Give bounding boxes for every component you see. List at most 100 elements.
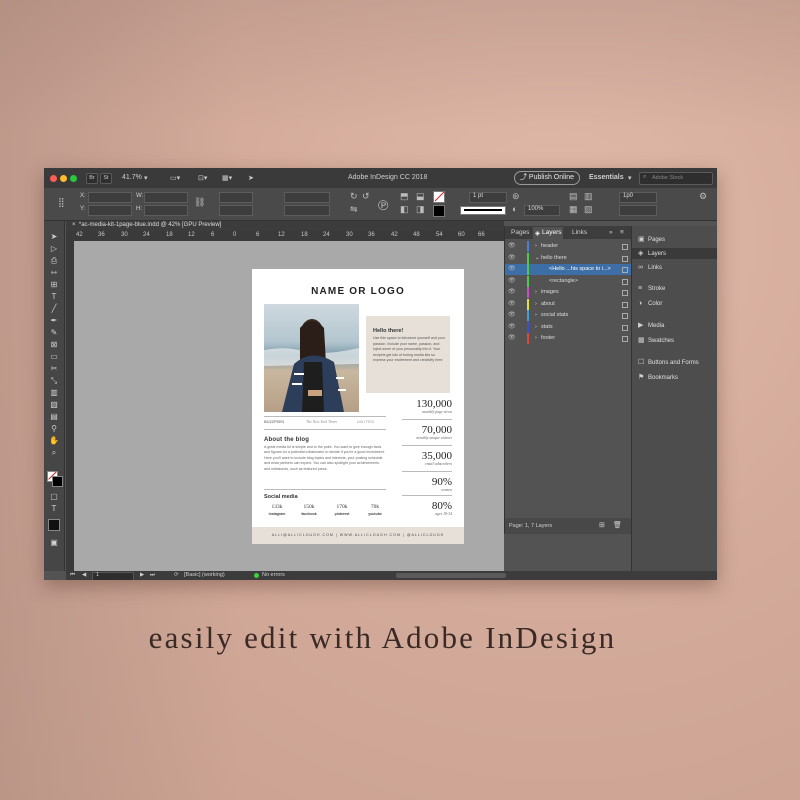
line-tool-icon[interactable]: ╱ bbox=[47, 303, 61, 314]
x-field[interactable] bbox=[88, 192, 132, 203]
delete-layer-icon[interactable]: 🗑 bbox=[613, 521, 622, 529]
zoom-level[interactable]: 41.7% bbox=[122, 174, 142, 181]
visibility-eye-icon[interactable]: 👁 bbox=[508, 242, 516, 249]
expand-toggle-icon[interactable]: ⌄ bbox=[535, 255, 540, 261]
layer-select-square[interactable] bbox=[622, 290, 628, 296]
opacity-icon[interactable]: ◐ bbox=[512, 204, 517, 214]
intro-text-frame[interactable]: Hello there! Use this space to introduce… bbox=[366, 316, 450, 393]
fx-icon[interactable]: ⊛ bbox=[512, 191, 520, 202]
style-state[interactable]: [Basic] (working) bbox=[184, 572, 225, 578]
expand-toggle-icon[interactable]: › bbox=[535, 243, 537, 249]
expand-toggle-icon[interactable]: › bbox=[535, 335, 537, 341]
document-tab[interactable]: × *ac-media-kit-1page-blue.indd @ 42% [G… bbox=[72, 222, 221, 228]
gradient-swatch-tool-icon[interactable]: ▥ bbox=[47, 387, 61, 398]
align-icon[interactable]: ▤ bbox=[569, 191, 578, 202]
bridge-icon[interactable]: Br bbox=[86, 173, 98, 184]
tab-layers[interactable]: Layers bbox=[542, 229, 562, 236]
arrange-documents-icon[interactable]: ▦▾ bbox=[222, 174, 232, 182]
workspace-chevron-icon[interactable]: ▾ bbox=[628, 174, 632, 182]
layer-row[interactable]: 👁 <rectangle> bbox=[505, 275, 631, 287]
layer-select-square[interactable] bbox=[622, 267, 628, 273]
layer-select-square[interactable] bbox=[622, 278, 628, 285]
stock-icon[interactable]: St bbox=[100, 173, 112, 184]
pen-tool-icon[interactable]: ✒ bbox=[47, 315, 61, 326]
last-page-icon[interactable]: ⏭ bbox=[150, 572, 155, 579]
layer-select-square[interactable] bbox=[622, 336, 628, 342]
screen-mode-normal-icon[interactable] bbox=[48, 519, 60, 531]
tab-links[interactable]: Links bbox=[572, 229, 587, 236]
layer-select-square[interactable] bbox=[622, 324, 628, 331]
p-icon[interactable]: ℗ bbox=[378, 197, 388, 213]
dock-color[interactable]: ◑ Color bbox=[638, 300, 662, 307]
note-tool-icon[interactable]: ▤ bbox=[47, 411, 61, 422]
first-page-icon[interactable]: ⏮ bbox=[70, 572, 75, 579]
opacity-field[interactable]: 100% bbox=[524, 205, 560, 216]
visibility-eye-icon[interactable]: 👁 bbox=[508, 277, 516, 284]
grid-icon[interactable]: ▧ bbox=[584, 204, 593, 215]
next-page-icon[interactable]: ▶ bbox=[140, 572, 144, 578]
shear-field[interactable] bbox=[284, 205, 330, 216]
chevron-down-icon[interactable]: ▾ bbox=[144, 174, 148, 182]
layer-row[interactable]: 👁 › footer bbox=[505, 333, 631, 344]
rotation-field[interactable] bbox=[284, 192, 330, 203]
layer-row[interactable]: 👁 › about bbox=[505, 298, 631, 310]
new-layer-icon[interactable]: ⊞ bbox=[599, 521, 605, 529]
y-field[interactable] bbox=[88, 205, 132, 216]
scale-x-field[interactable] bbox=[219, 192, 253, 203]
layer-row[interactable]: 👁 ⌄ hello there bbox=[505, 252, 631, 264]
dock-swatches[interactable]: ▦ Swatches bbox=[638, 336, 674, 344]
dock-links[interactable]: ∞ Links bbox=[638, 264, 662, 271]
close-window-button[interactable] bbox=[50, 175, 57, 182]
direct-selection-tool-icon[interactable]: ▷ bbox=[47, 243, 61, 254]
visibility-eye-icon[interactable]: 👁 bbox=[508, 334, 516, 341]
dock-layers[interactable]: ◈ Layers bbox=[632, 248, 717, 259]
hand-tool-icon[interactable]: ✋ bbox=[47, 435, 61, 446]
layer-row[interactable]: 👁 <Hello ...his space to i...> bbox=[505, 264, 631, 275]
eyedropper-tool-icon[interactable]: ⚲ bbox=[47, 423, 61, 434]
panel-menu-icon[interactable]: ≡ bbox=[620, 229, 624, 236]
expand-toggle-icon[interactable]: › bbox=[535, 324, 537, 330]
adobe-stock-search[interactable]: ⌕ Adobe Stock bbox=[639, 172, 713, 185]
stroke-color-icon[interactable] bbox=[52, 476, 63, 487]
page-tool-icon[interactable]: ⎙ bbox=[47, 255, 61, 266]
maximize-window-button[interactable] bbox=[70, 175, 77, 182]
formatting-container-icon[interactable]: ▢ bbox=[47, 491, 61, 502]
gradient-feather-tool-icon[interactable]: ▧ bbox=[47, 399, 61, 410]
expand-toggle-icon[interactable]: › bbox=[535, 312, 537, 318]
dock-stroke[interactable]: ≡ Stroke bbox=[638, 285, 665, 292]
select-previous-icon[interactable]: ◧ bbox=[400, 204, 409, 215]
layer-select-square[interactable] bbox=[622, 313, 628, 319]
layer-row[interactable]: 👁 › header bbox=[505, 241, 631, 252]
distribute-icon[interactable]: ▦ bbox=[569, 204, 578, 215]
rectangle-frame-tool-icon[interactable]: ⊠ bbox=[47, 339, 61, 350]
previous-page-icon[interactable]: ◀ bbox=[82, 572, 86, 578]
profile-photo[interactable] bbox=[264, 304, 359, 412]
tab-pages[interactable]: Pages bbox=[511, 229, 529, 236]
height-field[interactable] bbox=[144, 205, 188, 216]
content-collector-icon[interactable]: ⊞ bbox=[47, 279, 61, 290]
dock-pages[interactable]: ▣ Pages bbox=[638, 235, 665, 243]
expand-toggle-icon[interactable]: › bbox=[535, 289, 537, 295]
visibility-eye-icon[interactable]: 👁 bbox=[508, 265, 516, 272]
visibility-eye-icon[interactable]: 👁 bbox=[508, 254, 516, 261]
text-wrap-icon[interactable]: ▥ bbox=[584, 191, 593, 202]
collapse-panel-icon[interactable]: » bbox=[609, 229, 613, 236]
document-page[interactable]: NAME OR LOGO Hello there! Use this space… bbox=[252, 269, 464, 544]
select-next-icon[interactable]: ◨ bbox=[416, 204, 425, 215]
view-options-icon[interactable]: ▭▾ bbox=[170, 174, 180, 182]
stroke-swatch[interactable] bbox=[433, 205, 445, 217]
select-content-icon[interactable]: ⬓ bbox=[416, 191, 425, 202]
dock-buttons-forms[interactable]: ☐ Buttons and Forms bbox=[638, 358, 699, 366]
logo-placeholder[interactable]: NAME OR LOGO bbox=[252, 286, 464, 297]
preflight-status[interactable]: No errors bbox=[262, 572, 285, 578]
dock-bookmarks[interactable]: ⚑ Bookmarks bbox=[638, 373, 678, 381]
vertical-ruler[interactable] bbox=[66, 241, 74, 571]
constrain-proportions-icon[interactable]: ⛓ bbox=[194, 197, 205, 208]
screen-mode-icon[interactable]: ⊡▾ bbox=[198, 174, 207, 182]
layer-row[interactable]: 👁 › images bbox=[505, 287, 631, 298]
layer-select-square[interactable] bbox=[622, 301, 628, 308]
visibility-eye-icon[interactable]: 👁 bbox=[508, 300, 516, 307]
layer-row[interactable]: 👁 › social stats bbox=[505, 310, 631, 321]
contact-footer[interactable]: ALLI@ALLICLOUGH.COM | WWW.ALLICLOUGH.COM… bbox=[252, 527, 464, 544]
reference-point-icon[interactable]: ⣿ bbox=[58, 197, 65, 208]
